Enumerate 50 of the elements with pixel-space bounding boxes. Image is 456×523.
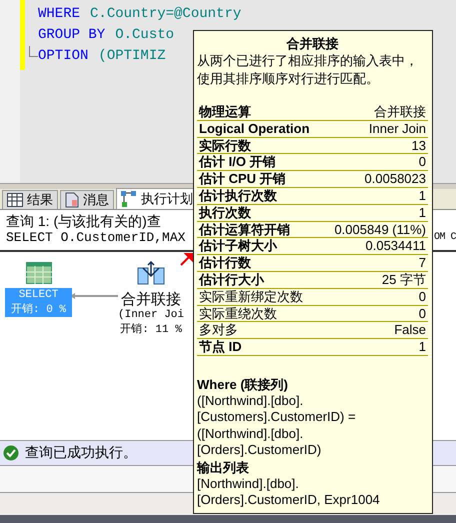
query-text: SELECT O.CustomerID,MAX: [6, 230, 186, 246]
property-value: 0: [418, 154, 426, 170]
property-label: 估计执行次数: [199, 188, 277, 204]
code-token: C.Country=@Country: [90, 5, 242, 24]
property-value: 25 字节: [382, 272, 426, 288]
section-text: [Customers].CustomerID) =: [197, 409, 356, 426]
property-value: 0.005849 (11%): [334, 222, 426, 238]
property-label: 节点 ID: [199, 339, 242, 355]
property-label: 实际重新绑定次数: [199, 288, 303, 305]
section-text: [Orders].CustomerID, Expr1004: [197, 492, 380, 509]
section-text: ([Northwind].[dbo].: [197, 392, 304, 410]
tooltip-title: 合并联接: [285, 35, 340, 52]
property-label: 估计运算符开销: [199, 222, 290, 238]
property-label: 执行次数: [199, 204, 251, 221]
property-value: 0: [418, 288, 426, 305]
property-value: 1: [418, 204, 426, 221]
query-text: OM C: [434, 231, 456, 245]
property-label: 多对多: [199, 322, 238, 338]
property-label: 估计子树大小: [199, 238, 277, 254]
status-message: 查询已成功执行。: [25, 444, 137, 462]
section-text: [Orders].CustomerID): [197, 442, 322, 459]
tooltip-description: 从两个已进行了相应排序的输入表中，使用其排序顺序对行进行匹配。: [197, 52, 419, 88]
property-label: 估计 CPU 开销: [199, 171, 286, 187]
property-label: 实际行数: [199, 138, 251, 154]
property-value: 1: [418, 339, 426, 355]
section-text: ([Northwind].[dbo].: [197, 426, 304, 442]
section-heading: 输出列表: [197, 458, 250, 476]
property-label: 估计行数: [199, 255, 251, 271]
property-value: 1: [418, 188, 426, 204]
property-value: False: [394, 322, 426, 338]
property-label: 估计 I/O 开销: [199, 154, 276, 170]
code-token: OPTION: [38, 47, 88, 66]
property-label: 估计行大小: [199, 272, 264, 288]
property-label: 物理运算: [199, 104, 251, 120]
property-value: Inner Join: [368, 120, 426, 137]
property-label: Logical Operation: [199, 120, 310, 137]
property-value: 0: [418, 306, 426, 322]
property-value: 13: [412, 138, 426, 154]
code-token: O.Custo: [115, 26, 174, 45]
code-token: (OPTIMIZ: [98, 47, 166, 66]
property-value: 合并联接: [374, 104, 426, 120]
property-value: 0.0534411: [366, 238, 426, 254]
section-text: [Northwind].[dbo].: [197, 476, 299, 492]
property-label: 实际重绕次数: [199, 306, 277, 322]
query-title: 查询 1: (与该批有关的)查: [6, 212, 161, 230]
code-token: GROUP BY: [38, 26, 106, 45]
section-heading: Where (联接列): [197, 376, 289, 393]
property-value: 7: [418, 255, 426, 271]
property-value: 0.0058023: [364, 171, 426, 187]
code-token: WHERE: [38, 5, 80, 24]
